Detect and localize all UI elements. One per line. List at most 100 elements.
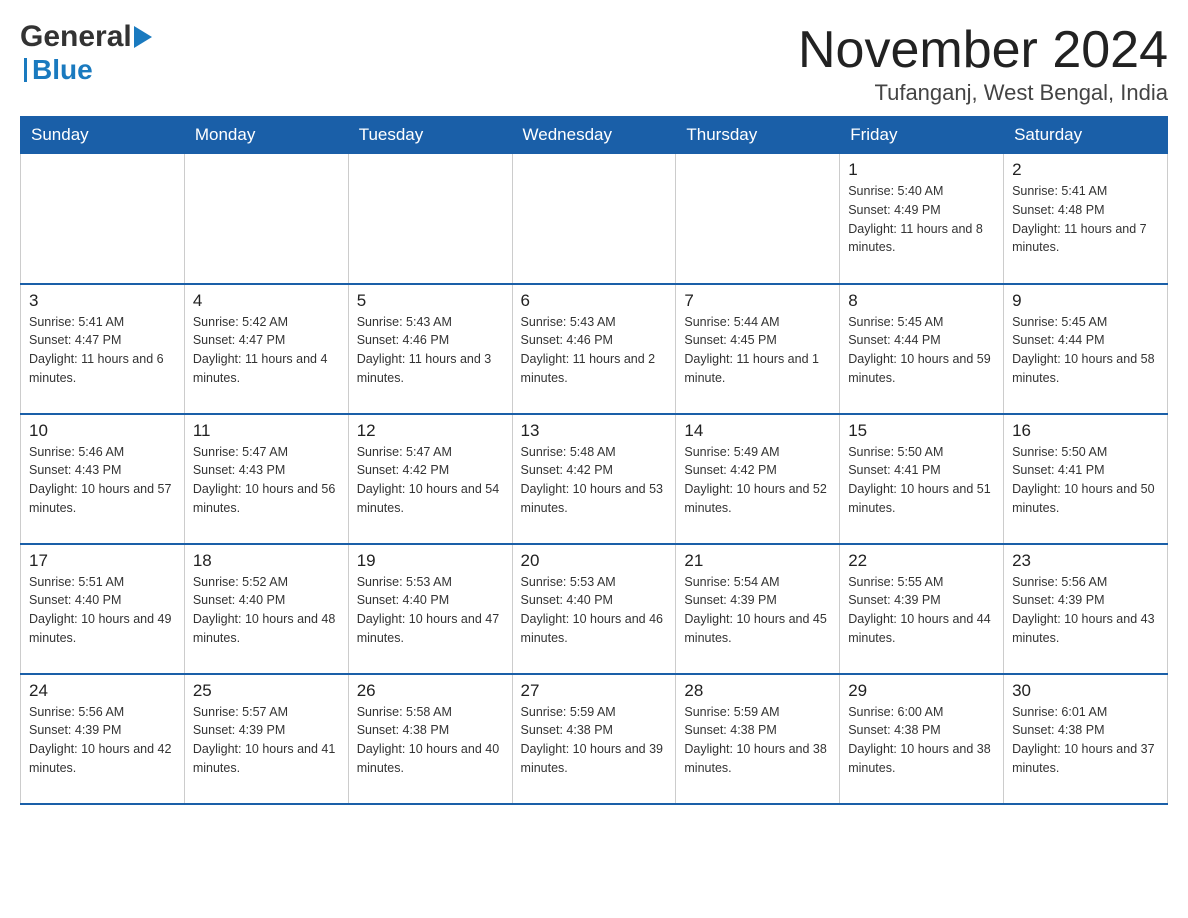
day-info: Sunrise: 5:41 AMSunset: 4:48 PMDaylight:…: [1012, 182, 1159, 257]
day-number: 9: [1012, 291, 1159, 311]
day-number: 14: [684, 421, 831, 441]
logo-blue-word: Blue: [32, 54, 93, 86]
day-number: 13: [521, 421, 668, 441]
day-number: 20: [521, 551, 668, 571]
calendar-cell: 16Sunrise: 5:50 AMSunset: 4:41 PMDayligh…: [1004, 414, 1168, 544]
day-number: 8: [848, 291, 995, 311]
calendar-cell: 17Sunrise: 5:51 AMSunset: 4:40 PMDayligh…: [21, 544, 185, 674]
day-number: 18: [193, 551, 340, 571]
day-number: 2: [1012, 160, 1159, 180]
day-number: 21: [684, 551, 831, 571]
day-number: 17: [29, 551, 176, 571]
calendar-cell: 13Sunrise: 5:48 AMSunset: 4:42 PMDayligh…: [512, 414, 676, 544]
day-info: Sunrise: 5:43 AMSunset: 4:46 PMDaylight:…: [357, 313, 504, 388]
calendar-cell: 28Sunrise: 5:59 AMSunset: 4:38 PMDayligh…: [676, 674, 840, 804]
day-number: 29: [848, 681, 995, 701]
day-number: 3: [29, 291, 176, 311]
day-number: 27: [521, 681, 668, 701]
calendar-cell: 29Sunrise: 6:00 AMSunset: 4:38 PMDayligh…: [840, 674, 1004, 804]
calendar-title: November 2024: [798, 20, 1168, 80]
logo-blue-bar: [24, 58, 27, 82]
day-info: Sunrise: 5:55 AMSunset: 4:39 PMDaylight:…: [848, 573, 995, 648]
day-info: Sunrise: 5:58 AMSunset: 4:38 PMDaylight:…: [357, 703, 504, 778]
calendar-table: SundayMondayTuesdayWednesdayThursdayFrid…: [20, 116, 1168, 805]
day-info: Sunrise: 5:50 AMSunset: 4:41 PMDaylight:…: [848, 443, 995, 518]
logo: General Blue: [20, 20, 152, 86]
day-info: Sunrise: 5:52 AMSunset: 4:40 PMDaylight:…: [193, 573, 340, 648]
header-area: General Blue November 2024 Tufanganj, We…: [20, 20, 1168, 106]
calendar-cell: 15Sunrise: 5:50 AMSunset: 4:41 PMDayligh…: [840, 414, 1004, 544]
calendar-cell: 11Sunrise: 5:47 AMSunset: 4:43 PMDayligh…: [184, 414, 348, 544]
day-info: Sunrise: 5:42 AMSunset: 4:47 PMDaylight:…: [193, 313, 340, 388]
day-info: Sunrise: 5:51 AMSunset: 4:40 PMDaylight:…: [29, 573, 176, 648]
col-header-tuesday: Tuesday: [348, 117, 512, 154]
day-number: 12: [357, 421, 504, 441]
calendar-cell: 9Sunrise: 5:45 AMSunset: 4:44 PMDaylight…: [1004, 284, 1168, 414]
calendar-cell: [348, 154, 512, 284]
calendar-cell: [512, 154, 676, 284]
day-number: 22: [848, 551, 995, 571]
logo-row2: Blue: [20, 54, 152, 86]
calendar-cell: 30Sunrise: 6:01 AMSunset: 4:38 PMDayligh…: [1004, 674, 1168, 804]
calendar-cell: 6Sunrise: 5:43 AMSunset: 4:46 PMDaylight…: [512, 284, 676, 414]
week-row-3: 10Sunrise: 5:46 AMSunset: 4:43 PMDayligh…: [21, 414, 1168, 544]
calendar-cell: 24Sunrise: 5:56 AMSunset: 4:39 PMDayligh…: [21, 674, 185, 804]
calendar-cell: 23Sunrise: 5:56 AMSunset: 4:39 PMDayligh…: [1004, 544, 1168, 674]
week-row-5: 24Sunrise: 5:56 AMSunset: 4:39 PMDayligh…: [21, 674, 1168, 804]
day-number: 28: [684, 681, 831, 701]
logo-row1: General: [20, 20, 152, 54]
day-info: Sunrise: 5:59 AMSunset: 4:38 PMDaylight:…: [684, 703, 831, 778]
logo-general-text: General: [20, 20, 132, 54]
calendar-cell: 22Sunrise: 5:55 AMSunset: 4:39 PMDayligh…: [840, 544, 1004, 674]
calendar-cell: 3Sunrise: 5:41 AMSunset: 4:47 PMDaylight…: [21, 284, 185, 414]
day-info: Sunrise: 5:59 AMSunset: 4:38 PMDaylight:…: [521, 703, 668, 778]
day-number: 6: [521, 291, 668, 311]
calendar-cell: 25Sunrise: 5:57 AMSunset: 4:39 PMDayligh…: [184, 674, 348, 804]
day-number: 11: [193, 421, 340, 441]
calendar-cell: 27Sunrise: 5:59 AMSunset: 4:38 PMDayligh…: [512, 674, 676, 804]
col-header-wednesday: Wednesday: [512, 117, 676, 154]
calendar-cell: [21, 154, 185, 284]
calendar-cell: 1Sunrise: 5:40 AMSunset: 4:49 PMDaylight…: [840, 154, 1004, 284]
week-row-4: 17Sunrise: 5:51 AMSunset: 4:40 PMDayligh…: [21, 544, 1168, 674]
col-header-sunday: Sunday: [21, 117, 185, 154]
week-row-1: 1Sunrise: 5:40 AMSunset: 4:49 PMDaylight…: [21, 154, 1168, 284]
day-info: Sunrise: 5:57 AMSunset: 4:39 PMDaylight:…: [193, 703, 340, 778]
day-info: Sunrise: 5:41 AMSunset: 4:47 PMDaylight:…: [29, 313, 176, 388]
day-number: 15: [848, 421, 995, 441]
day-number: 24: [29, 681, 176, 701]
day-info: Sunrise: 5:40 AMSunset: 4:49 PMDaylight:…: [848, 182, 995, 257]
day-info: Sunrise: 5:45 AMSunset: 4:44 PMDaylight:…: [1012, 313, 1159, 388]
calendar-cell: 7Sunrise: 5:44 AMSunset: 4:45 PMDaylight…: [676, 284, 840, 414]
calendar-header-row: SundayMondayTuesdayWednesdayThursdayFrid…: [21, 117, 1168, 154]
day-info: Sunrise: 5:50 AMSunset: 4:41 PMDaylight:…: [1012, 443, 1159, 518]
day-number: 25: [193, 681, 340, 701]
calendar-cell: 10Sunrise: 5:46 AMSunset: 4:43 PMDayligh…: [21, 414, 185, 544]
week-row-2: 3Sunrise: 5:41 AMSunset: 4:47 PMDaylight…: [21, 284, 1168, 414]
day-number: 23: [1012, 551, 1159, 571]
day-info: Sunrise: 5:44 AMSunset: 4:45 PMDaylight:…: [684, 313, 831, 388]
day-info: Sunrise: 5:43 AMSunset: 4:46 PMDaylight:…: [521, 313, 668, 388]
calendar-cell: 18Sunrise: 5:52 AMSunset: 4:40 PMDayligh…: [184, 544, 348, 674]
day-info: Sunrise: 5:56 AMSunset: 4:39 PMDaylight:…: [29, 703, 176, 778]
day-number: 7: [684, 291, 831, 311]
day-number: 4: [193, 291, 340, 311]
calendar-cell: 12Sunrise: 5:47 AMSunset: 4:42 PMDayligh…: [348, 414, 512, 544]
calendar-cell: 8Sunrise: 5:45 AMSunset: 4:44 PMDaylight…: [840, 284, 1004, 414]
day-number: 5: [357, 291, 504, 311]
logo-arrow-icon: [134, 26, 152, 48]
day-number: 26: [357, 681, 504, 701]
calendar-cell: 26Sunrise: 5:58 AMSunset: 4:38 PMDayligh…: [348, 674, 512, 804]
day-number: 16: [1012, 421, 1159, 441]
col-header-thursday: Thursday: [676, 117, 840, 154]
day-number: 10: [29, 421, 176, 441]
calendar-cell: 21Sunrise: 5:54 AMSunset: 4:39 PMDayligh…: [676, 544, 840, 674]
day-info: Sunrise: 5:54 AMSunset: 4:39 PMDaylight:…: [684, 573, 831, 648]
calendar-subtitle: Tufanganj, West Bengal, India: [798, 80, 1168, 106]
day-info: Sunrise: 5:53 AMSunset: 4:40 PMDaylight:…: [357, 573, 504, 648]
day-info: Sunrise: 5:45 AMSunset: 4:44 PMDaylight:…: [848, 313, 995, 388]
calendar-cell: 5Sunrise: 5:43 AMSunset: 4:46 PMDaylight…: [348, 284, 512, 414]
calendar-cell: 20Sunrise: 5:53 AMSunset: 4:40 PMDayligh…: [512, 544, 676, 674]
day-number: 19: [357, 551, 504, 571]
calendar-cell: [184, 154, 348, 284]
